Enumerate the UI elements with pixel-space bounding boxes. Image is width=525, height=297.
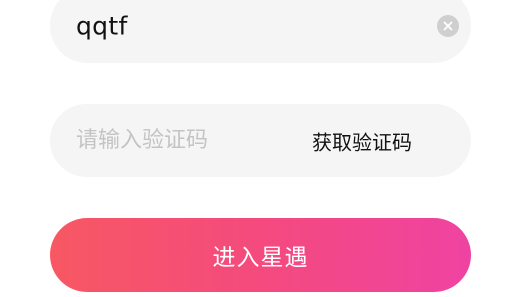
- close-glyph: [443, 21, 453, 31]
- enter-button[interactable]: 进入星遇: [50, 218, 471, 292]
- verification-code-field: 获取验证码: [50, 104, 471, 177]
- login-screen: qqtf 获取验证码 进入星遇: [0, 0, 525, 297]
- username-field[interactable]: qqtf: [50, 0, 471, 63]
- username-value[interactable]: qqtf: [76, 12, 128, 41]
- verification-code-input[interactable]: [76, 122, 276, 159]
- get-code-button[interactable]: 获取验证码: [312, 126, 412, 155]
- close-circle-icon[interactable]: [437, 15, 459, 37]
